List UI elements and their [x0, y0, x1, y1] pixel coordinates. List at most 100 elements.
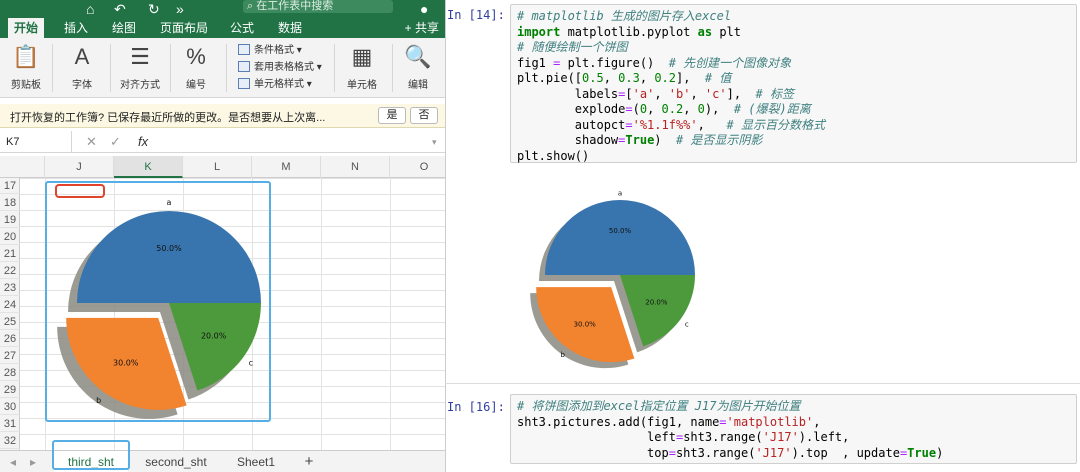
column-header[interactable]: J — [45, 156, 114, 178]
select-all-corner[interactable] — [0, 156, 45, 178]
column-header[interactable]: O — [390, 156, 445, 178]
home-icon[interactable]: ⌂ — [86, 0, 94, 18]
row-header[interactable]: 26 — [0, 331, 20, 347]
row-header[interactable]: 21 — [0, 246, 20, 262]
pie-category-label: a — [618, 190, 622, 198]
more-icon[interactable]: » — [176, 0, 184, 18]
row-header[interactable]: 22 — [0, 263, 20, 279]
row-header[interactable]: 32 — [0, 433, 20, 449]
sheet-tab-sheet1[interactable]: Sheet1 — [224, 451, 288, 472]
align-group[interactable]: ☰ 对齐方式 — [116, 42, 164, 91]
conditional-format-icon — [238, 44, 250, 55]
styles-group: 条件格式 ▾ 套用表格格式 ▾ 单元格样式 ▾ — [238, 42, 322, 93]
ribbon-divider — [392, 44, 393, 92]
row-header[interactable]: 24 — [0, 297, 20, 313]
yes-button[interactable]: 是 — [378, 107, 406, 124]
formula-bar: K7 ✕ ✓ fx ▾ — [0, 131, 445, 153]
column-header[interactable]: M — [252, 156, 321, 178]
tab-insert[interactable]: 插入 — [64, 18, 88, 38]
code-cell[interactable]: # matplotlib 生成的图片存入excel import matplot… — [510, 4, 1077, 163]
search-icon: ⌕ — [247, 0, 257, 12]
pie-slice-a — [545, 200, 695, 275]
share-icon: + — [404, 21, 415, 35]
cell-prompt: In [16]: — [447, 400, 505, 414]
column-headers: J K L M N O — [0, 156, 445, 178]
row-header[interactable]: 23 — [0, 280, 20, 296]
row-header[interactable]: 17 — [0, 178, 20, 194]
pie-percent-label: 30.0% — [574, 321, 597, 329]
find-icon: 🔍 — [404, 44, 432, 69]
table-format-icon — [238, 61, 250, 72]
ribbon-tab-bar: 开始 插入 绘图 页面布局 公式 数据 + 共享 — [0, 18, 445, 38]
clipboard-group[interactable]: 📋 剪贴板 — [6, 42, 46, 91]
row-header[interactable]: 18 — [0, 195, 20, 211]
column-header[interactable]: L — [183, 156, 252, 178]
pie-category-label: c — [685, 320, 689, 328]
tab-data[interactable]: 数据 — [278, 18, 302, 38]
excel-title-bar: ⌂ ↶ ↻ » ⌕ 在工作表中搜索 ● — [0, 0, 445, 18]
ribbon-divider — [170, 44, 171, 92]
format-as-table-button[interactable]: 套用表格格式 ▾ — [238, 59, 322, 76]
align-icon: ☰ — [130, 44, 150, 69]
recovery-message-bar: 打开恢复的工作簿? 已保存最近所做的更改。是否想要从上次离... 是 否 — [0, 104, 445, 128]
recovery-message: 打开恢复的工作簿? 已保存最近所做的更改。是否想要从上次离... — [10, 112, 326, 124]
row-header[interactable]: 20 — [0, 229, 20, 245]
code-text: # 将饼图添加到excel指定位置 J17为图片开始位置 sht3.pictur… — [517, 399, 944, 460]
edit-group[interactable]: 🔍 编辑 — [400, 42, 436, 91]
ribbon-divider — [226, 44, 227, 92]
row-header[interactable]: 29 — [0, 382, 20, 398]
no-button[interactable]: 否 — [410, 107, 438, 124]
redo-icon[interactable]: ↻ — [148, 0, 160, 18]
row-header[interactable]: 31 — [0, 416, 20, 432]
cell-divider — [445, 383, 1080, 384]
cell-prompt: In [14]: — [447, 8, 505, 22]
user-icon[interactable]: ● — [420, 0, 428, 18]
tab-page-layout[interactable]: 页面布局 — [160, 18, 208, 38]
pie-percent-label: 50.0% — [609, 227, 632, 235]
row-header[interactable]: 27 — [0, 348, 20, 364]
paste-icon: 📋 — [12, 44, 40, 69]
pie-percent-label: 20.0% — [645, 298, 668, 306]
sheet-search-input[interactable]: ⌕ 在工作表中搜索 — [243, 0, 393, 13]
cells-group[interactable]: ▦ 单元格 — [342, 42, 382, 91]
column-header-selected[interactable]: K — [114, 156, 183, 178]
prev-sheet-icon[interactable]: ◂ — [4, 451, 22, 472]
row-header[interactable]: 19 — [0, 212, 20, 228]
code-cell[interactable]: # 将饼图添加到excel指定位置 J17为图片开始位置 sht3.pictur… — [510, 394, 1077, 464]
cells-icon: ▦ — [351, 44, 373, 69]
confirm-icon[interactable]: ✓ — [110, 131, 121, 153]
next-sheet-icon[interactable]: ▸ — [24, 451, 42, 472]
tab-draw[interactable]: 绘图 — [112, 18, 136, 38]
pie-category-label: b — [560, 351, 565, 359]
percent-icon: % — [186, 44, 206, 69]
row-header[interactable]: 30 — [0, 399, 20, 415]
cell-styles-button[interactable]: 单元格样式 ▾ — [238, 76, 322, 93]
ribbon-divider — [110, 44, 111, 92]
ribbon-divider — [52, 44, 53, 92]
cancel-icon[interactable]: ✕ — [86, 131, 97, 153]
add-sheet-button[interactable]: + — [296, 451, 322, 472]
row-header[interactable]: 25 — [0, 314, 20, 330]
ribbon: 📋 剪贴板 A 字体 ☰ 对齐方式 % 编号 条件格式 ▾ 套用表格格式 ▾ 单… — [0, 38, 445, 98]
share-button[interactable]: + 共享 — [405, 18, 439, 38]
conditional-format-button[interactable]: 条件格式 ▾ — [238, 42, 322, 59]
tab-formulas[interactable]: 公式 — [230, 18, 254, 38]
row-header[interactable]: 28 — [0, 365, 20, 381]
notebook-output-pie-chart: 50.0% a 30.0% b 20.0% c — [530, 190, 695, 369]
tab-home[interactable]: 开始 — [8, 18, 45, 38]
sheet-tab-highlight-frame — [52, 440, 130, 470]
cell-styles-icon — [238, 78, 250, 89]
sheet-tab-second-sht[interactable]: second_sht — [134, 451, 218, 472]
excel-window: ⌂ ↶ ↻ » ⌕ 在工作表中搜索 ● 开始 插入 绘图 页面布局 公式 数据 … — [0, 0, 445, 472]
undo-icon[interactable]: ↶ — [114, 0, 126, 18]
function-button[interactable]: fx — [138, 131, 148, 153]
number-group[interactable]: % 编号 — [176, 42, 216, 91]
font-group[interactable]: A 字体 — [60, 42, 104, 91]
name-box[interactable]: K7 — [0, 131, 72, 153]
code-text: # matplotlib 生成的图片存入excel import matplot… — [517, 9, 825, 163]
expand-formula-icon[interactable]: ▾ — [432, 131, 437, 153]
column-header[interactable]: N — [321, 156, 390, 178]
ribbon-divider — [334, 44, 335, 92]
chart-highlight-frame — [45, 181, 271, 422]
row-headers: 17 18 19 20 21 22 23 24 25 26 27 28 29 30 31 32 — [0, 178, 20, 450]
